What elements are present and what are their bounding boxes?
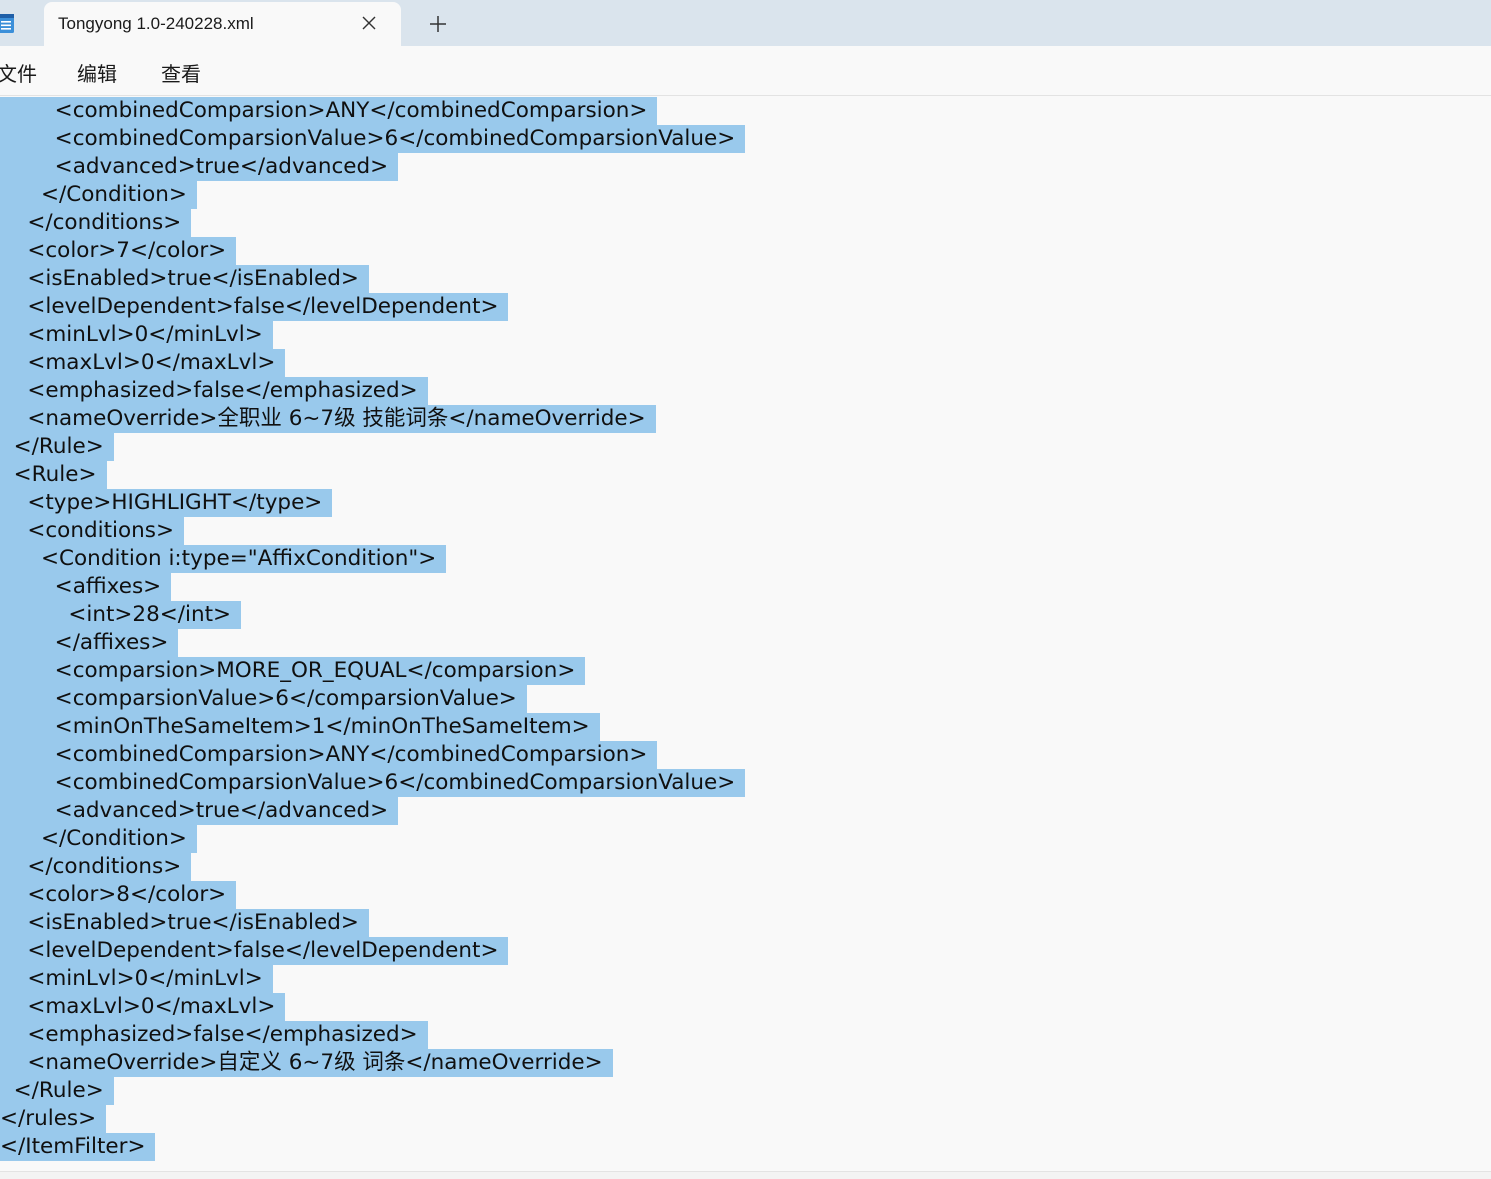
editor-line: <combinedComparsion>ANY</combinedCompars… xyxy=(0,97,1491,125)
line-text: </conditions> xyxy=(0,853,192,881)
editor-line: <advanced>true</advanced> xyxy=(0,153,1491,181)
editor-line: <emphasized>false</emphasized> xyxy=(0,1021,1491,1049)
editor-line: <affixes> xyxy=(0,573,1491,601)
editor-line: </ItemFilter> xyxy=(0,1133,1491,1161)
line-text: <emphasized>false</emphasized> xyxy=(0,1021,428,1049)
editor-line: <color>8</color> xyxy=(0,881,1491,909)
notepad-icon xyxy=(0,12,16,34)
editor-line: <isEnabled>true</isEnabled> xyxy=(0,265,1491,293)
line-text: <comparsion>MORE_OR_EQUAL</comparsion> xyxy=(0,657,586,685)
line-text: <isEnabled>true</isEnabled> xyxy=(0,909,369,937)
line-text: <color>8</color> xyxy=(0,881,237,909)
editor-line: <levelDependent>false</levelDependent> xyxy=(0,293,1491,321)
editor-line: <maxLvl>0</maxLvl> xyxy=(0,349,1491,377)
editor-line: <combinedComparsion>ANY</combinedCompars… xyxy=(0,741,1491,769)
plus-icon[interactable] xyxy=(426,12,450,36)
line-text: <combinedComparsionValue>6</combinedComp… xyxy=(0,769,746,797)
text-editor[interactable]: <combinedComparsion>ANY</combinedCompars… xyxy=(0,97,1491,1171)
editor-line: <Rule> xyxy=(0,461,1491,489)
editor-line: <Condition i:type="AffixCondition"> xyxy=(0,545,1491,573)
editor-line: <isEnabled>true</isEnabled> xyxy=(0,909,1491,937)
tab-bar: Tongyong 1.0-240228.xml xyxy=(0,0,1491,46)
line-text: <Rule> xyxy=(0,461,107,489)
editor-line: <comparsionValue>6</comparsionValue> xyxy=(0,685,1491,713)
line-text: <color>7</color> xyxy=(0,237,237,265)
line-text: </Rule> xyxy=(0,433,114,461)
line-text: <Condition i:type="AffixCondition"> xyxy=(0,545,447,573)
line-text: <minLvl>0</minLvl> xyxy=(0,965,273,993)
menu-edit[interactable]: 编辑 xyxy=(77,58,117,87)
menu-view[interactable]: 查看 xyxy=(161,58,201,87)
line-text: <type>HIGHLIGHT</type> xyxy=(0,489,333,517)
line-text: </Condition> xyxy=(0,181,197,209)
line-text: <advanced>true</advanced> xyxy=(0,153,399,181)
line-text: <advanced>true</advanced> xyxy=(0,797,399,825)
line-text: <conditions> xyxy=(0,517,184,545)
line-text: <isEnabled>true</isEnabled> xyxy=(0,265,369,293)
line-text: <comparsionValue>6</comparsionValue> xyxy=(0,685,527,713)
editor-line: </conditions> xyxy=(0,853,1491,881)
editor-line: </Condition> xyxy=(0,181,1491,209)
editor-line: <int>28</int> xyxy=(0,601,1491,629)
line-text: <minOnTheSameItem>1</minOnTheSameItem> xyxy=(0,713,600,741)
line-text: <nameOverride>自定义 6~7级 词条</nameOverride> xyxy=(0,1049,613,1077)
line-text: </affixes> xyxy=(0,629,179,657)
line-text: <emphasized>false</emphasized> xyxy=(0,377,428,405)
line-text: <minLvl>0</minLvl> xyxy=(0,321,273,349)
editor-line: <advanced>true</advanced> xyxy=(0,797,1491,825)
line-text: <affixes> xyxy=(0,573,172,601)
editor-line: <nameOverride>自定义 6~7级 词条</nameOverride> xyxy=(0,1049,1491,1077)
editor-line: </Rule> xyxy=(0,433,1491,461)
line-text: <nameOverride>全职业 6~7级 技能词条</nameOverrid… xyxy=(0,405,656,433)
tab-title: Tongyong 1.0-240228.xml xyxy=(58,14,254,33)
editor-line: </conditions> xyxy=(0,209,1491,237)
editor-line: </affixes> xyxy=(0,629,1491,657)
line-text: </Condition> xyxy=(0,825,197,853)
line-text: <maxLvl>0</maxLvl> xyxy=(0,993,286,1021)
line-text: <maxLvl>0</maxLvl> xyxy=(0,349,286,377)
line-text: </ItemFilter> xyxy=(0,1133,156,1161)
editor-line: </rules> xyxy=(0,1105,1491,1133)
close-icon[interactable] xyxy=(359,13,379,33)
line-text: <combinedComparsion>ANY</combinedCompars… xyxy=(0,97,658,125)
editor-line: <levelDependent>false</levelDependent> xyxy=(0,937,1491,965)
line-text: <combinedComparsion>ANY</combinedCompars… xyxy=(0,741,658,769)
editor-line: <combinedComparsionValue>6</combinedComp… xyxy=(0,769,1491,797)
editor-line: <color>7</color> xyxy=(0,237,1491,265)
menu-file[interactable]: 文件 xyxy=(0,58,37,87)
line-text: <combinedComparsionValue>6</combinedComp… xyxy=(0,125,746,153)
editor-line: <emphasized>false</emphasized> xyxy=(0,377,1491,405)
editor-line: <conditions> xyxy=(0,517,1491,545)
line-text: <levelDependent>false</levelDependent> xyxy=(0,937,509,965)
tab-active-file[interactable]: Tongyong 1.0-240228.xml xyxy=(44,2,401,46)
line-text: </Rule> xyxy=(0,1077,114,1105)
editor-line: <minLvl>0</minLvl> xyxy=(0,321,1491,349)
editor-line: <nameOverride>全职业 6~7级 技能词条</nameOverrid… xyxy=(0,405,1491,433)
editor-line: <minOnTheSameItem>1</minOnTheSameItem> xyxy=(0,713,1491,741)
line-text: <levelDependent>false</levelDependent> xyxy=(0,293,509,321)
editor-line: <maxLvl>0</maxLvl> xyxy=(0,993,1491,1021)
line-text: </conditions> xyxy=(0,209,192,237)
editor-line: </Rule> xyxy=(0,1077,1491,1105)
editor-line: <combinedComparsionValue>6</combinedComp… xyxy=(0,125,1491,153)
editor-line: </Condition> xyxy=(0,825,1491,853)
line-text: </rules> xyxy=(0,1105,107,1133)
editor-line: <comparsion>MORE_OR_EQUAL</comparsion> xyxy=(0,657,1491,685)
status-bar xyxy=(0,1171,1491,1179)
editor-line: <minLvl>0</minLvl> xyxy=(0,965,1491,993)
line-text: <int>28</int> xyxy=(0,601,242,629)
menu-bar: 文件 编辑 查看 xyxy=(0,46,1491,96)
editor-line: <type>HIGHLIGHT</type> xyxy=(0,489,1491,517)
